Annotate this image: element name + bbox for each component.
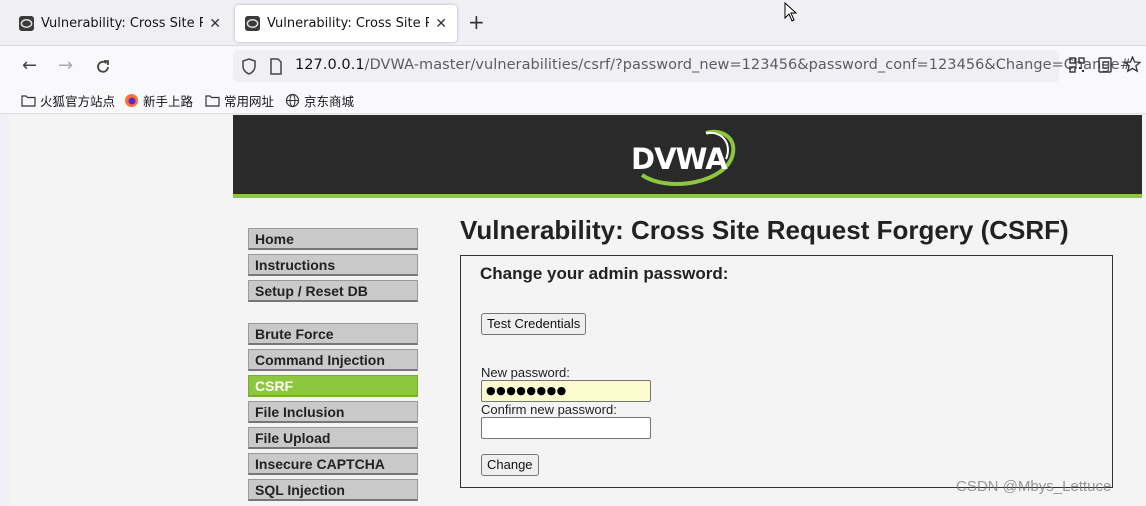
browser-tab-2[interactable]: Vulnerability: Cross Site Requ ✕ [235,5,457,42]
menu-item-setup-reset-db[interactable]: Setup / Reset DB [248,280,418,302]
bookmark-item[interactable]: 常用网址 [205,91,274,110]
change-button[interactable]: Change [481,454,539,476]
page-viewport: DVWA Home Instructions Setup / Reset DB … [9,115,1146,506]
test-credentials-button[interactable]: Test Credentials [481,313,587,335]
folder-icon [21,95,36,107]
confirm-password-input[interactable] [481,417,651,439]
tab-label: Vulnerability: Cross Site Requ [267,16,430,31]
bookmark-item[interactable]: 京东商城 [285,91,354,110]
address-bar[interactable]: 127.0.0.1/DVWA-master/vulnerabilities/cs… [233,50,1132,82]
bookmark-item[interactable]: 火狐官方站点 [21,91,115,110]
dvwa-favicon-icon [245,16,260,31]
menu-item-file-upload[interactable]: File Upload [248,427,418,449]
menu-item-instructions[interactable]: Instructions [248,254,418,276]
tab-label: Vulnerability: Cross Site Requ [41,16,204,31]
bookmark-label: 新手上路 [143,94,194,109]
bookmark-label: 火狐官方站点 [40,94,116,109]
reader-view-icon[interactable] [1098,57,1112,73]
url-path: /DVWA-master/vulnerabilities/csrf/?passw… [364,57,1132,73]
tab-bar: Vulnerability: Cross Site Requ ✕ Vulnera… [0,0,1146,46]
globe-icon [285,93,300,108]
qr-code-icon[interactable] [1069,57,1085,73]
dvwa-logo: DVWA [631,142,728,176]
new-password-label: New password: [481,365,570,380]
confirm-password-label: Confirm new password: [481,402,617,417]
menu-item-brute-force[interactable]: Brute Force [248,323,418,345]
browser-tab-1[interactable]: Vulnerability: Cross Site Requ ✕ [9,5,231,42]
folder-icon [205,95,220,107]
bookmark-star-icon[interactable] [1124,56,1141,73]
navigation-bar: ← → 127.0.0.1/DVWA-master/vulnerabilitie… [0,46,1146,86]
mouse-cursor-icon [784,2,798,22]
dvwa-favicon-icon [19,16,34,31]
csrf-form-panel: Change your admin password: Test Credent… [460,255,1113,488]
new-password-input[interactable]: ●●●●●●●● [481,380,651,402]
page-info-icon[interactable] [269,58,283,75]
bookmark-item[interactable]: 新手上路 [124,91,193,110]
firefox-icon [125,94,138,107]
dvwa-header: DVWA [233,115,1142,198]
bookmark-label: 常用网址 [224,94,275,109]
close-tab-icon[interactable]: ✕ [209,16,221,32]
form-heading: Change your admin password: [480,264,729,283]
csdn-watermark: CSDN @Mbys_Lettuce [956,478,1112,495]
forward-arrow-icon[interactable]: → [58,56,73,76]
url-host: 127.0.0.1 [295,57,365,73]
page-title: Vulnerability: Cross Site Request Forger… [460,215,1069,245]
menu-item-csrf[interactable]: CSRF [248,375,418,397]
reload-icon[interactable] [94,58,112,76]
bookmark-label: 京东商城 [304,94,355,109]
menu-item-home[interactable]: Home [248,228,418,250]
url-text[interactable]: 127.0.0.1/DVWA-master/vulnerabilities/cs… [295,57,1132,73]
menu-item-file-inclusion[interactable]: File Inclusion [248,401,418,423]
bookmarks-bar: 火狐官方站点 新手上路 常用网址 京东商城 [0,86,1146,114]
menu-item-command-injection[interactable]: Command Injection [248,349,418,371]
back-arrow-icon[interactable]: ← [22,56,37,76]
close-tab-icon[interactable]: ✕ [435,16,447,32]
new-tab-icon[interactable]: + [468,12,485,32]
menu-item-insecure-captcha[interactable]: Insecure CAPTCHA [248,453,418,475]
menu-item-sql-injection[interactable]: SQL Injection [248,479,418,501]
tracking-shield-icon[interactable] [241,58,257,75]
